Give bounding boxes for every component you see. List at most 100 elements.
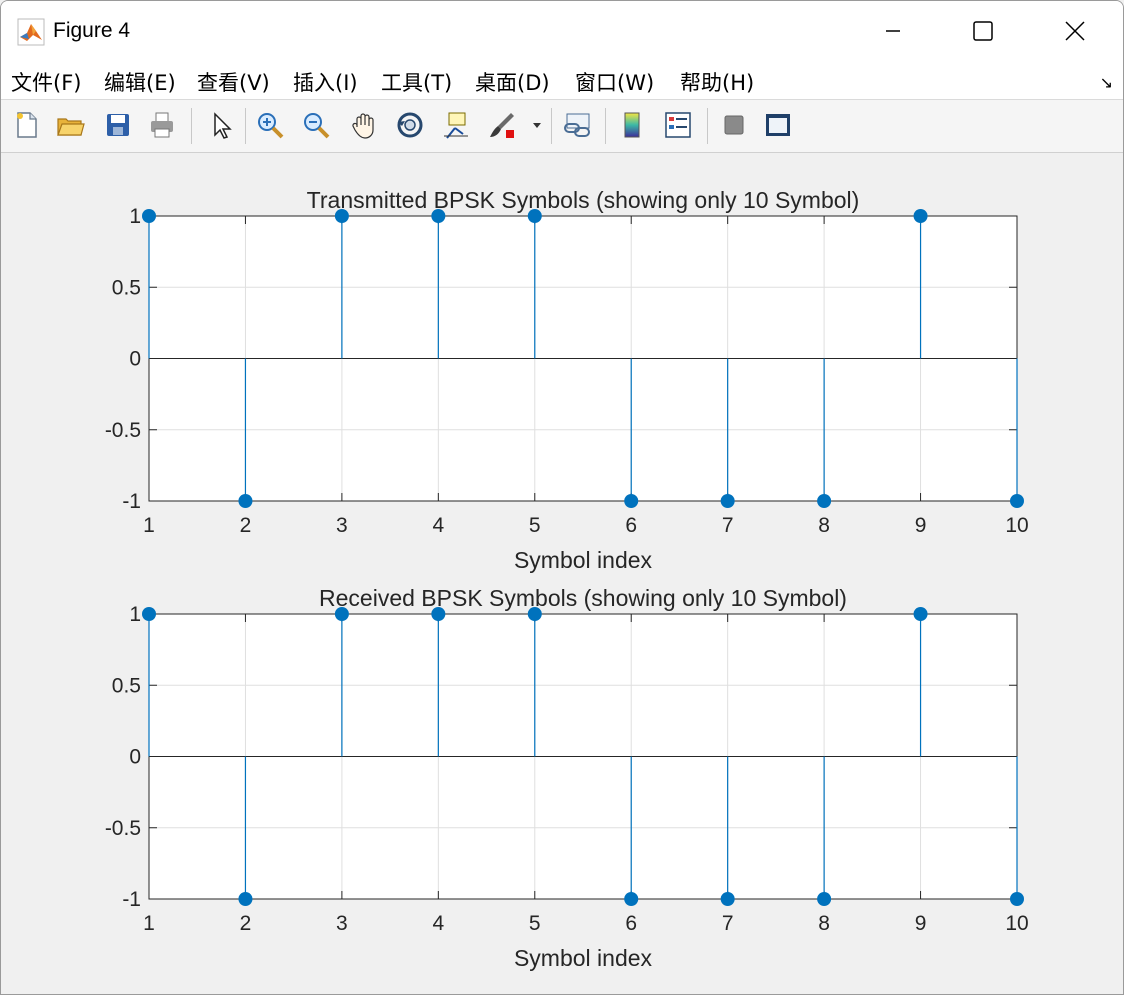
figure-window: Figure 4 文件(F) 编辑(E) 查看(V) 插入(I) 工具(T) 桌…: [0, 0, 1124, 995]
chart2-x-tick-label: 4: [432, 912, 444, 935]
show-plot-tools-button[interactable]: [761, 108, 795, 142]
chart2-x-tick-label: 7: [722, 912, 734, 935]
menu-insert[interactable]: 插入(I): [293, 67, 358, 97]
chart1-x-tick-label: 6: [625, 514, 637, 537]
chart1-x-tick-label: 5: [529, 514, 541, 537]
menu-file[interactable]: 文件(F): [11, 67, 81, 97]
brush-button[interactable]: [485, 108, 519, 142]
close-button[interactable]: [1029, 1, 1121, 61]
figure-canvas: 1 2 3 4 5 6 7 8 9 10 -1 -0.5 0 0.5 1 Transmitted BPSK S…: [1, 153, 1123, 994]
chart2-x-axis-label: Symbol index: [514, 945, 653, 971]
chart2-stem-marker: [238, 892, 253, 906]
chart2-stem-marker: [142, 607, 156, 621]
chart1-y-tick-label: 0: [129, 348, 141, 371]
chart2-x-tick-label: 6: [625, 912, 637, 935]
chart2-y-tick-label: 0: [129, 746, 141, 769]
chart1-x-tick-label: 8: [818, 514, 830, 537]
link-plot-button[interactable]: [561, 108, 595, 142]
plot-canvas: 1 2 3 4 5 6 7 8 9 10-1-0.500.51Transmitted BPSK S…: [105, 187, 1029, 971]
rotate-3d-icon: [397, 112, 423, 138]
chart2-stem-marker: [624, 892, 639, 906]
chart2-y-tick-label: -1: [122, 888, 141, 911]
data-cursor-button[interactable]: [439, 108, 473, 142]
chart2-x-tick-label: 5: [529, 912, 541, 935]
open-file-icon: [57, 118, 85, 136]
chart1-stem-marker: [624, 494, 639, 508]
toolbar-separator: [605, 108, 606, 144]
menu-help[interactable]: 帮助(H): [680, 67, 754, 97]
zoom-in-icon: [258, 113, 284, 139]
menu-view[interactable]: 查看(V): [197, 67, 270, 97]
chart1-stem-marker: [238, 494, 253, 508]
minimize-button[interactable]: [847, 1, 939, 61]
chart1-x-tick-label: 7: [722, 514, 734, 537]
chart2-x-tick-label: 10: [1005, 912, 1028, 935]
brush-icon: [490, 113, 514, 138]
dock-arrow-icon[interactable]: ↘: [1100, 73, 1113, 92]
chart1-x-tick-label: 9: [915, 514, 927, 537]
menu-window[interactable]: 窗口(W): [575, 67, 654, 97]
chart1-x-tick-label: 10: [1005, 514, 1028, 537]
pan-icon: [352, 113, 374, 139]
minimize-icon: [886, 30, 900, 32]
pan-button[interactable]: [347, 108, 381, 142]
legend-icon: [665, 112, 691, 138]
chart1-y-tick-label: 1: [129, 205, 141, 228]
zoom-in-button[interactable]: [253, 108, 287, 142]
colorbar-icon: [624, 112, 640, 138]
new-figure-button[interactable]: [9, 108, 43, 142]
window-title: Figure 4: [53, 19, 131, 42]
chart1-title: Transmitted BPSK Symbols (showing only 1…: [307, 187, 860, 213]
chart1-x-tick-label: 3: [336, 514, 348, 537]
maximize-button[interactable]: [937, 1, 1029, 61]
hide-plot-tools-button[interactable]: [717, 108, 751, 142]
chart1-stem-marker: [817, 494, 832, 508]
chart2-x-tick-label: 2: [240, 912, 252, 935]
legend-button[interactable]: [661, 108, 695, 142]
zoom-out-button[interactable]: [299, 108, 333, 142]
colorbar-button[interactable]: [615, 108, 649, 142]
menu-desktop[interactable]: 桌面(D): [475, 67, 550, 97]
toolbar-separator: [707, 108, 708, 144]
chart2-y-tick-label: 0.5: [112, 674, 141, 697]
chart2-y-tick-label: 1: [129, 603, 141, 626]
chart1-y-tick-label: 0.5: [112, 276, 141, 299]
title-bar[interactable]: Figure 4: [1, 1, 1123, 61]
chart1-stem-marker: [720, 494, 735, 508]
chart1-y-tick-label: -1: [122, 490, 141, 513]
print-icon: [151, 112, 173, 138]
link-plot-icon: [564, 113, 590, 137]
print-button[interactable]: [145, 108, 179, 142]
pointer-button[interactable]: [203, 108, 237, 142]
toolbar-separator: [551, 108, 552, 144]
rotate-3d-button[interactable]: [393, 108, 427, 142]
save-button[interactable]: [101, 108, 135, 142]
brush-dropdown-button[interactable]: [529, 108, 545, 142]
chart1-x-tick-label: 2: [240, 514, 252, 537]
save-icon: [107, 114, 129, 136]
chart2-x-tick-label: 3: [336, 912, 348, 935]
chart1-x-tick-label: 4: [432, 514, 444, 537]
close-icon: [1065, 21, 1085, 41]
chart2-stem-marker: [913, 607, 928, 621]
show-plot-tools-icon: [766, 114, 790, 136]
chart1-y-tick-label: -0.5: [105, 419, 141, 442]
toolbar-separator: [245, 108, 246, 144]
open-file-button[interactable]: [53, 108, 87, 142]
menu-bar: 文件(F) 编辑(E) 查看(V) 插入(I) 工具(T) 桌面(D) 窗口(W…: [1, 61, 1123, 100]
chart1-stem-marker: [913, 209, 928, 223]
chart2-x-tick-label: 9: [915, 912, 927, 935]
hide-plot-tools-icon: [724, 115, 744, 135]
zoom-out-icon: [304, 113, 330, 139]
matlab-icon: [17, 18, 45, 46]
chart2-title: Received BPSK Symbols (showing only 10 S…: [319, 585, 847, 611]
chart1-x-axis-label: Symbol index: [514, 547, 653, 573]
chart2-x-tick-label: 8: [818, 912, 830, 935]
chart1-stem-marker: [142, 209, 156, 223]
menu-tools[interactable]: 工具(T): [381, 67, 452, 97]
chart2-y-tick-label: -0.5: [105, 817, 141, 840]
chart2-stem-marker: [1010, 892, 1024, 906]
chart1-stem-marker: [1010, 494, 1024, 508]
chart2-x-tick-label: 1: [143, 912, 155, 935]
menu-edit[interactable]: 编辑(E): [104, 67, 176, 97]
